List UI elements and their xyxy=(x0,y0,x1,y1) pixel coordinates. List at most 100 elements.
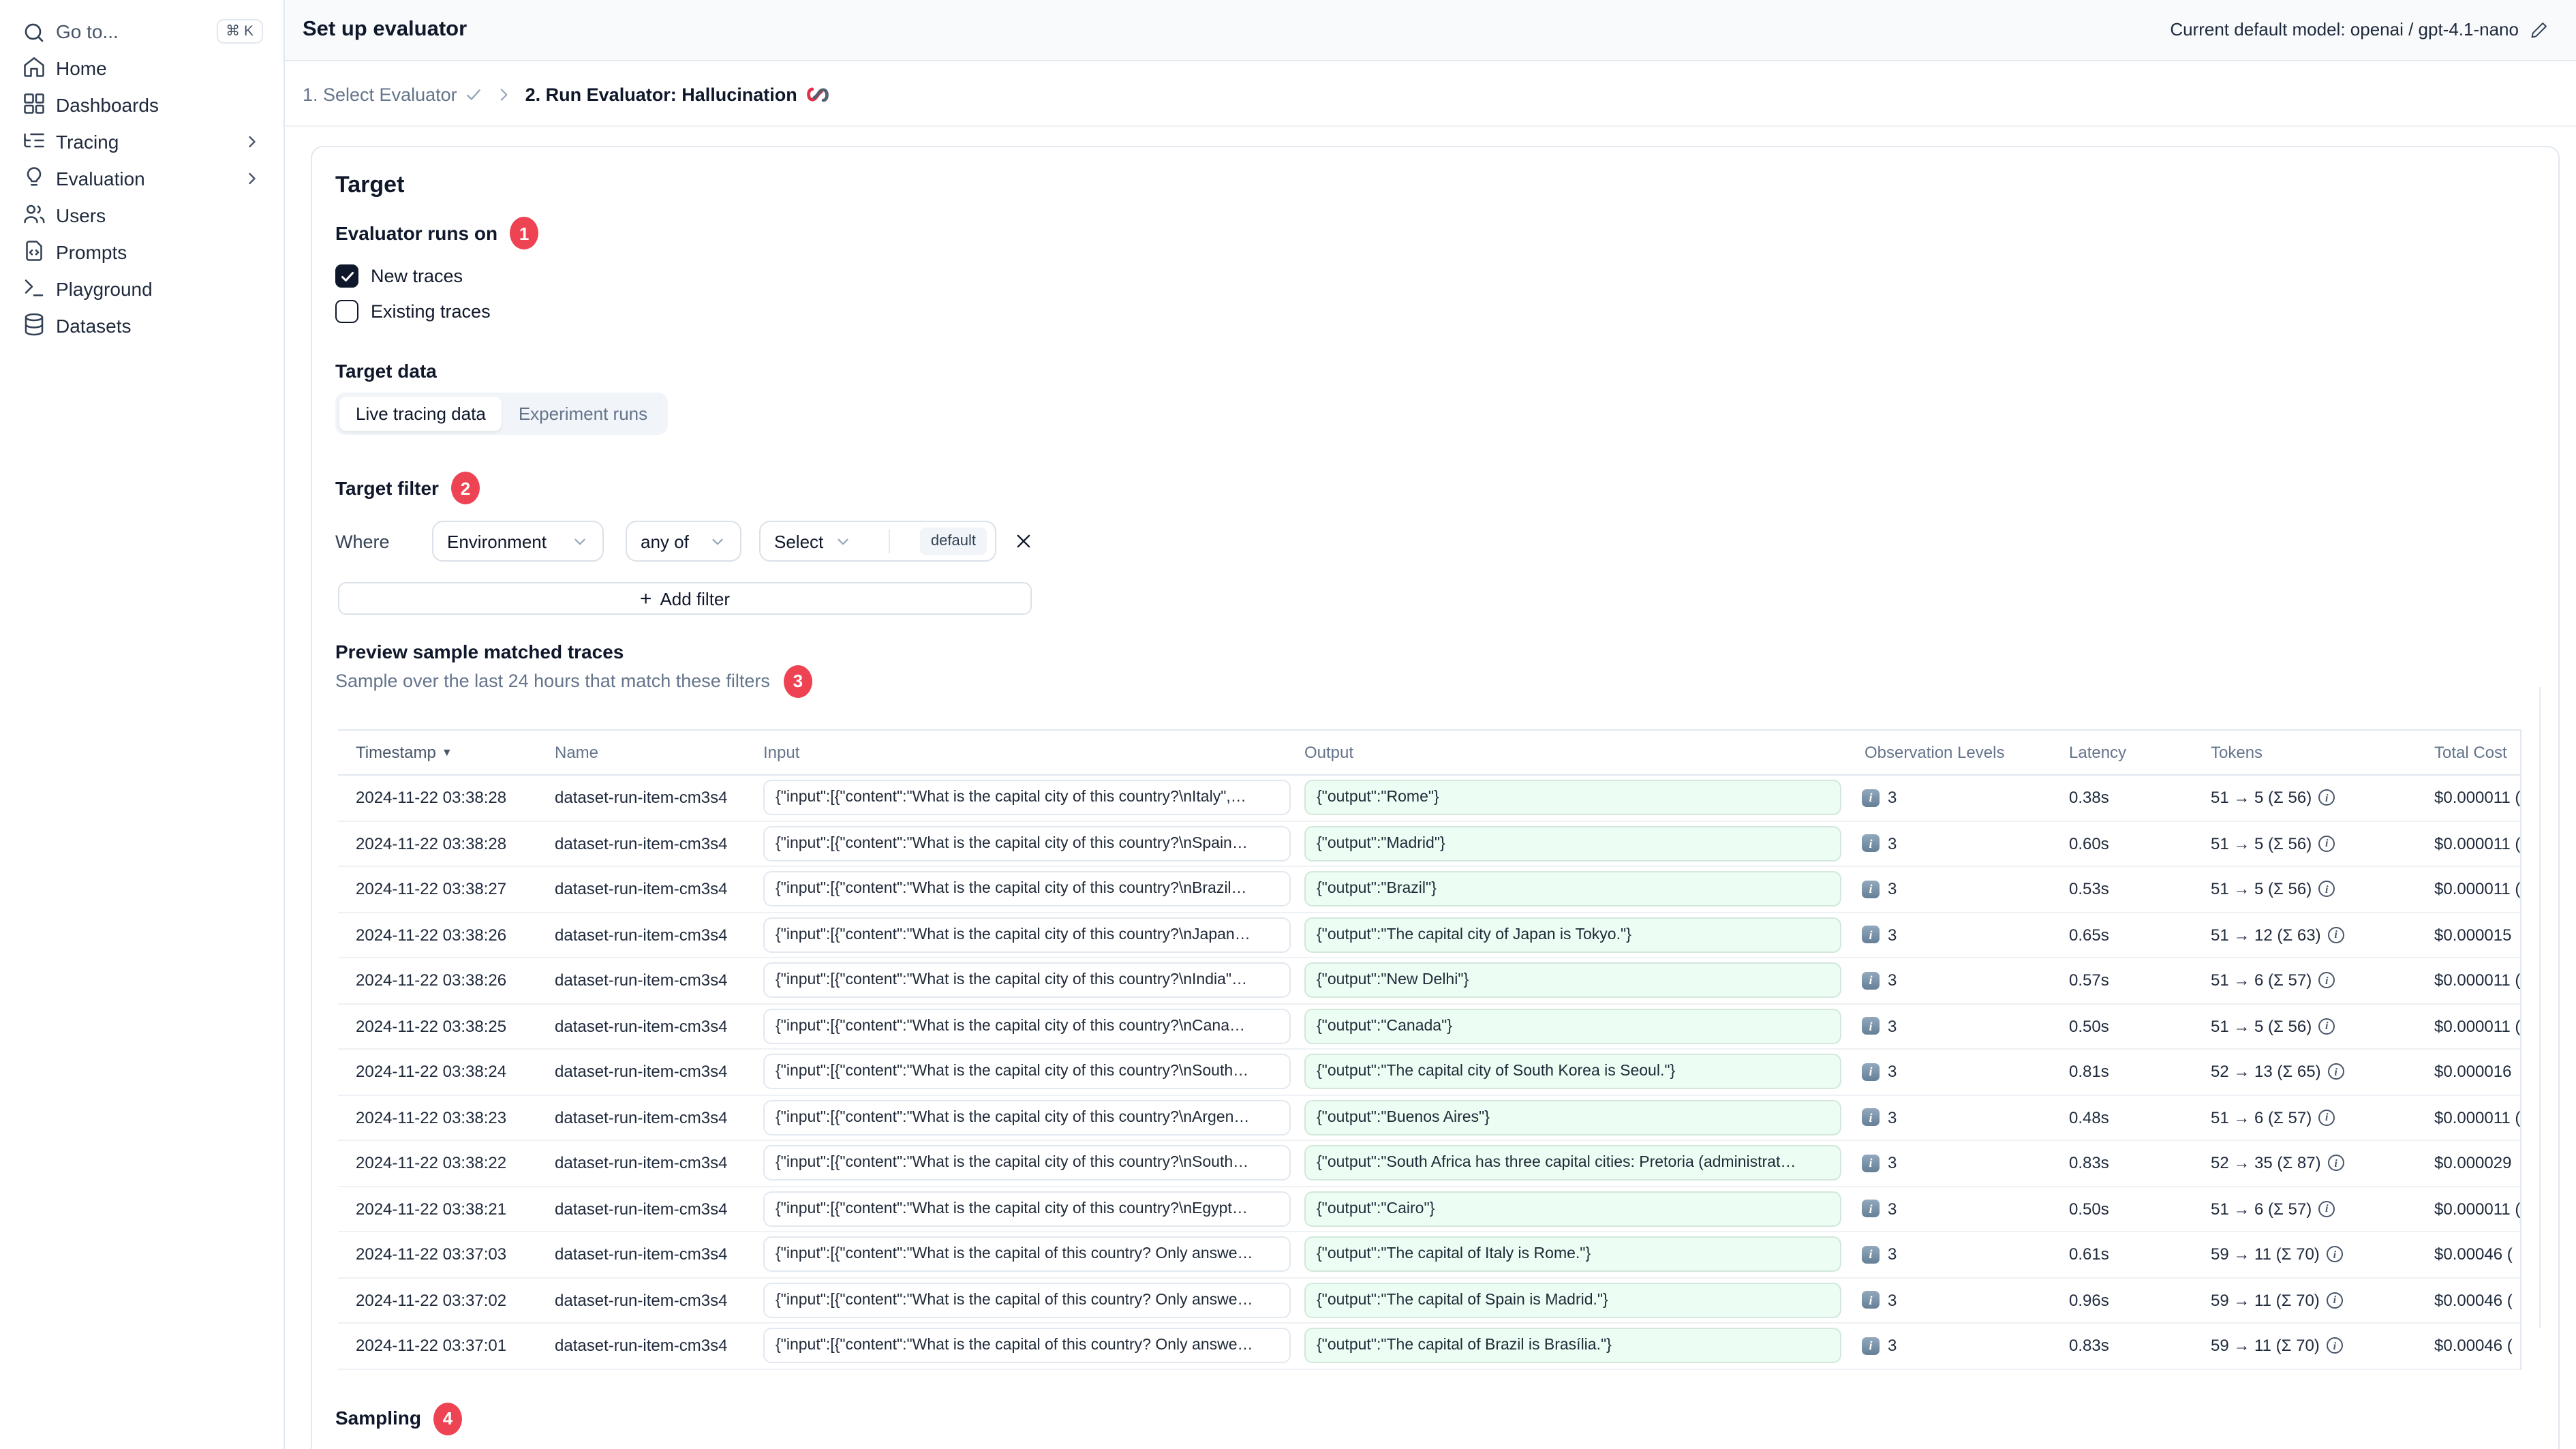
tab-experiment-runs[interactable]: Experiment runs xyxy=(502,397,664,431)
table-row[interactable]: 2024-11-22 03:38:27 dataset-run-item-cm3… xyxy=(338,867,2520,913)
trace-output-cell[interactable]: {"output":"The capital of Brazil is Bras… xyxy=(1304,1328,1841,1364)
sidebar-item-datasets[interactable]: Datasets xyxy=(0,307,285,344)
trace-output-cell[interactable]: {"output":"Rome"} xyxy=(1304,780,1841,816)
table-scrollbar[interactable] xyxy=(2539,687,2541,1328)
trace-output-cell[interactable]: {"output":"The capital city of Japan is … xyxy=(1304,917,1841,953)
checkbox-label: Existing traces xyxy=(371,301,491,322)
checkbox-label: New traces xyxy=(371,266,463,286)
filter-column-select[interactable]: Environment xyxy=(432,521,604,562)
trace-input-cell[interactable]: {"input":[{"content":"What is the capita… xyxy=(763,1191,1291,1227)
info-circle-icon: i xyxy=(2327,1063,2344,1080)
trace-timestamp: 2024-11-22 03:38:28 xyxy=(356,834,507,853)
edit-model-pencil-icon[interactable] xyxy=(2530,20,2549,39)
sidebar: Go to... ⌘ K Home Dashboards Tracing Eva… xyxy=(0,0,285,1449)
table-row[interactable]: 2024-11-22 03:38:24 dataset-run-item-cm3… xyxy=(338,1050,2520,1095)
trace-input-cell[interactable]: {"input":[{"content":"What is the capita… xyxy=(763,1054,1291,1090)
sidebar-item-prompts[interactable]: Prompts xyxy=(0,233,285,270)
trace-output-cell[interactable]: {"output":"South Africa has three capita… xyxy=(1304,1145,1841,1181)
filter-row: Where Environment any of Select default xyxy=(335,521,2558,562)
trace-input-cell[interactable]: {"input":[{"content":"What is the capita… xyxy=(763,1145,1291,1181)
column-header-latency[interactable]: Latency xyxy=(2059,743,2211,762)
trace-input-cell[interactable]: {"input":[{"content":"What is the capita… xyxy=(763,825,1291,861)
default-model-label: Current default model: openai / gpt-4.1-… xyxy=(2170,19,2519,40)
table-header: Timestamp ▼ Name Input Output Observation… xyxy=(338,729,2520,776)
sidebar-item-tracing[interactable]: Tracing xyxy=(0,123,285,159)
info-badge-icon: i xyxy=(1862,834,1880,853)
trace-name: dataset-run-item-cm3s4 xyxy=(555,834,728,853)
trace-output-cell[interactable]: {"output":"The capital of Italy is Rome.… xyxy=(1304,1236,1841,1272)
trace-output-cell[interactable]: {"output":"The capital city of South Kor… xyxy=(1304,1054,1841,1090)
checkbox-row-existing-traces[interactable]: Existing traces xyxy=(335,300,2558,323)
column-header-output[interactable]: Output xyxy=(1304,743,1848,762)
sidebar-item-playground[interactable]: Playground xyxy=(0,270,285,307)
filter-operator-select[interactable]: any of xyxy=(626,521,741,562)
checkbox-row-new-traces[interactable]: New traces xyxy=(335,264,2558,288)
trace-output-cell[interactable]: {"output":"Brazil"} xyxy=(1304,871,1841,907)
check-icon xyxy=(467,89,481,100)
column-header-tokens[interactable]: Tokens xyxy=(2211,743,2434,762)
trace-input-cell[interactable]: {"input":[{"content":"What is the capita… xyxy=(763,871,1291,907)
info-circle-icon: i xyxy=(2327,1155,2344,1172)
table-row[interactable]: 2024-11-22 03:37:02 dataset-run-item-cm3… xyxy=(338,1278,2520,1324)
trace-input-cell[interactable]: {"input":[{"content":"What is the capita… xyxy=(763,1282,1291,1318)
info-badge-icon: i xyxy=(1862,1063,1880,1081)
column-header-total-cost[interactable]: Total Cost xyxy=(2434,743,2520,762)
breadcrumb-step1[interactable]: 1. Select Evaluator xyxy=(303,84,483,104)
trace-input-cell[interactable]: {"input":[{"content":"What is the capita… xyxy=(763,1236,1291,1272)
table-row[interactable]: 2024-11-22 03:38:23 dataset-run-item-cm3… xyxy=(338,1095,2520,1141)
column-header-name[interactable]: Name xyxy=(555,743,758,762)
trace-output-cell[interactable]: {"output":"Madrid"} xyxy=(1304,825,1841,861)
column-header-input[interactable]: Input xyxy=(758,743,1304,762)
observation-count: 3 xyxy=(1888,1245,1897,1264)
table-row[interactable]: 2024-11-22 03:38:26 dataset-run-item-cm3… xyxy=(338,958,2520,1004)
table-row[interactable]: 2024-11-22 03:38:26 dataset-run-item-cm3… xyxy=(338,913,2520,958)
trace-timestamp: 2024-11-22 03:38:25 xyxy=(356,1016,507,1036)
tab-live-tracing-data[interactable]: Live tracing data xyxy=(339,397,502,431)
observation-count: 3 xyxy=(1888,1336,1897,1356)
trace-input-cell[interactable]: {"input":[{"content":"What is the capita… xyxy=(763,780,1291,816)
trace-tokens: 51 → 6 (Σ 57) xyxy=(2211,971,2312,990)
column-header-observation-levels[interactable]: Observation Levels xyxy=(1848,743,2059,762)
trace-input-cell[interactable]: {"input":[{"content":"What is the capita… xyxy=(763,1328,1291,1364)
trace-cost: $0.000011 ( xyxy=(2434,879,2520,899)
checkbox-new-traces[interactable] xyxy=(335,264,358,288)
tracing-icon xyxy=(24,133,44,148)
page-title: Set up evaluator xyxy=(303,18,467,41)
trace-cost: $0.000011 ( xyxy=(2434,971,2520,990)
trace-output-cell[interactable]: {"output":"Buenos Aires"} xyxy=(1304,1099,1841,1135)
where-label: Where xyxy=(335,531,390,551)
info-badge-icon: i xyxy=(1862,1291,1880,1309)
trace-tokens: 51 → 5 (Σ 56) xyxy=(2211,788,2312,808)
trace-output-cell[interactable]: {"output":"Cairo"} xyxy=(1304,1191,1841,1227)
table-row[interactable]: 2024-11-22 03:37:01 dataset-run-item-cm3… xyxy=(338,1324,2520,1369)
trace-input-cell[interactable]: {"input":[{"content":"What is the capita… xyxy=(763,1099,1291,1135)
table-row[interactable]: 2024-11-22 03:38:28 dataset-run-item-cm3… xyxy=(338,821,2520,867)
trace-input-cell[interactable]: {"input":[{"content":"What is the capita… xyxy=(763,962,1291,998)
trace-name: dataset-run-item-cm3s4 xyxy=(555,1016,728,1036)
column-header-timestamp[interactable]: Timestamp ▼ xyxy=(338,743,555,762)
sidebar-item-home[interactable]: Home xyxy=(0,49,285,86)
add-filter-button[interactable]: + Add filter xyxy=(338,582,1032,615)
sidebar-item-dashboards[interactable]: Dashboards xyxy=(0,86,285,123)
table-row[interactable]: 2024-11-22 03:38:28 dataset-run-item-cm3… xyxy=(338,776,2520,821)
observation-count: 3 xyxy=(1888,1062,1897,1082)
checkbox-existing-traces[interactable] xyxy=(335,300,358,323)
trace-input-cell[interactable]: {"input":[{"content":"What is the capita… xyxy=(763,917,1291,953)
filter-value-select[interactable]: Select default xyxy=(759,521,996,562)
trace-cost: $0.000011 ( xyxy=(2434,788,2520,808)
trace-input-cell[interactable]: {"input":[{"content":"What is the capita… xyxy=(763,1008,1291,1044)
info-badge-icon: i xyxy=(1862,971,1880,990)
info-badge-icon: i xyxy=(1862,1017,1880,1035)
goto-search-button[interactable]: Go to... ⌘ K xyxy=(0,16,285,49)
sidebar-item-users[interactable]: Users xyxy=(0,196,285,233)
trace-output-cell[interactable]: {"output":"Canada"} xyxy=(1304,1008,1841,1044)
remove-filter-button[interactable] xyxy=(1013,530,1034,552)
sidebar-item-evaluation[interactable]: Evaluation xyxy=(0,159,285,196)
trace-output-cell[interactable]: {"output":"New Delhi"} xyxy=(1304,962,1841,998)
table-row[interactable]: 2024-11-22 03:38:22 dataset-run-item-cm3… xyxy=(338,1141,2520,1187)
trace-output-cell[interactable]: {"output":"The capital of Spain is Madri… xyxy=(1304,1282,1841,1318)
table-row[interactable]: 2024-11-22 03:38:21 dataset-run-item-cm3… xyxy=(338,1187,2520,1232)
trace-tokens: 52 → 13 (Σ 65) xyxy=(2211,1062,2321,1082)
table-row[interactable]: 2024-11-22 03:38:25 dataset-run-item-cm3… xyxy=(338,1004,2520,1050)
table-row[interactable]: 2024-11-22 03:37:03 dataset-run-item-cm3… xyxy=(338,1232,2520,1278)
